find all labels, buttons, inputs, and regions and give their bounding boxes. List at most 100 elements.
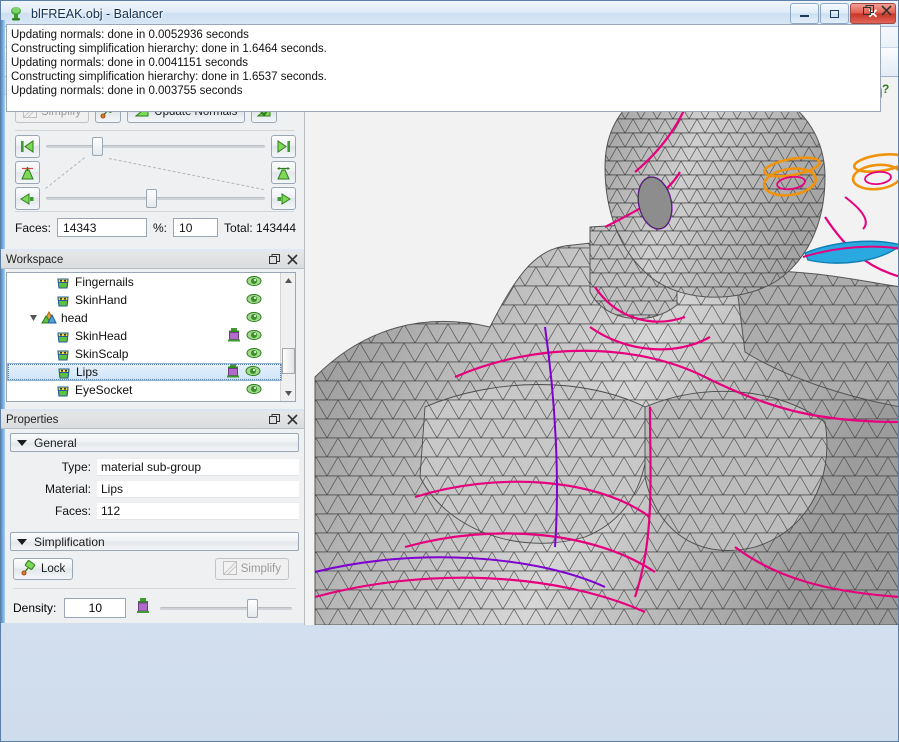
log-output[interactable]: Updating normals: done in 0.0052936 seco… (6, 24, 881, 112)
log-line: Updating normals: done in 0.0052936 seco… (11, 28, 876, 42)
material-bucket-icon (55, 328, 71, 344)
percent-input[interactable]: 10 (173, 218, 218, 237)
tree-item[interactable]: SkinHand (7, 291, 282, 309)
goto-end-button[interactable] (271, 135, 296, 158)
eye-icon[interactable] (246, 310, 262, 327)
log-line: Constructing simplification hierarchy: d… (11, 42, 876, 56)
3d-mesh-viewport[interactable]: ? (304, 77, 899, 625)
svg-text:?: ? (882, 82, 889, 96)
property-value[interactable]: material sub-group (97, 458, 299, 476)
eye-icon[interactable] (245, 364, 261, 381)
expand-all-button[interactable] (271, 161, 296, 184)
workspace-close-icon[interactable] (287, 254, 298, 265)
faces-label: Faces: (15, 221, 51, 235)
scroll-up-arrow-icon[interactable] (281, 273, 296, 288)
property-label: Faces: (5, 504, 97, 518)
material-bucket-icon[interactable] (134, 597, 152, 618)
chevron-down-icon (17, 440, 27, 446)
step-forward-button[interactable] (271, 187, 296, 210)
step-back-button[interactable] (15, 187, 40, 210)
density-slider-track[interactable] (160, 607, 292, 610)
workspace-scrollbar-thumb[interactable] (282, 348, 295, 374)
tree-item[interactable]: head (7, 309, 282, 327)
tree-item-label: SkinScalp (75, 347, 128, 361)
hatched-square-icon (223, 561, 237, 578)
percent-label: %: (153, 221, 167, 235)
workspace-panel-header: Workspace (1, 251, 304, 269)
material-swatch-icon[interactable] (225, 363, 241, 382)
tree-item-label: EyeSocket (75, 383, 132, 397)
log-close-icon[interactable] (881, 5, 892, 16)
workspace-panel: Workspace (1, 251, 304, 409)
total-faces-label: Total: 143444 (224, 221, 296, 235)
simplification-section-header[interactable]: Simplification (10, 532, 299, 551)
workspace-float-icon[interactable] (269, 254, 280, 265)
hierarchy-level-slider-track[interactable] (46, 145, 265, 148)
tree-item[interactable]: EyeSocket (7, 381, 282, 399)
chevron-down-icon (17, 539, 27, 545)
tree-item-label: SkinHead (75, 329, 127, 343)
lock-button[interactable]: Lock (13, 558, 73, 580)
general-section-header[interactable]: General (10, 433, 299, 452)
density-row: Density: 10 (5, 589, 304, 618)
density-slider-thumb[interactable] (247, 599, 258, 618)
workspace-dock-rail (1, 269, 5, 409)
material-bucket-icon (55, 382, 71, 398)
hierarchy-detail-slider-thumb[interactable] (146, 189, 157, 208)
mesh-render (305, 77, 899, 625)
tree-item-label: Fingernails (75, 275, 134, 289)
collapse-all-button[interactable] (15, 161, 40, 184)
hierarchy-sliders (5, 131, 304, 209)
window-title: blFREAK.obj - Balancer (31, 7, 163, 21)
workspace-panel-title: Workspace (6, 254, 63, 266)
tree-item[interactable]: Fingernails (7, 273, 282, 291)
tree-item-label: head (61, 311, 88, 325)
property-label: Material: (5, 482, 97, 496)
property-value[interactable]: Lips (97, 480, 299, 498)
log-dock-rail (1, 20, 5, 119)
hierarchy-level-slider-thumb[interactable] (92, 137, 103, 156)
log-line: Constructing simplification hierarchy: d… (11, 70, 876, 84)
property-row: Faces:112 (5, 500, 304, 522)
material-swatch-icon[interactable] (226, 327, 242, 346)
scroll-down-arrow-icon[interactable] (281, 386, 296, 401)
properties-panel-title: Properties (6, 414, 58, 426)
properties-float-icon[interactable] (269, 414, 280, 425)
eye-icon[interactable] (246, 328, 262, 345)
property-row: Type:material sub-group (5, 456, 304, 478)
material-bucket-icon (55, 346, 71, 362)
log-float-icon[interactable] (863, 5, 874, 16)
faces-row: Faces: 14343 %: 10 Total: 143444 (5, 212, 304, 237)
tree-item-label: SkinHand (75, 293, 127, 307)
minimize-button[interactable] (790, 3, 819, 24)
faces-input[interactable]: 14343 (57, 218, 147, 237)
material-bucket-icon (55, 274, 71, 290)
eye-icon[interactable] (246, 382, 262, 399)
workspace-scrollbar[interactable] (280, 273, 295, 401)
maximize-button[interactable] (820, 3, 849, 24)
eye-icon[interactable] (246, 346, 262, 363)
simplification-buttons-row: Lock Simplify (5, 551, 304, 580)
workspace-tree[interactable]: Fingernails SkinHand head SkinHead SkinScalp… (6, 272, 296, 402)
properties-close-icon[interactable] (287, 414, 298, 425)
lock-pin-icon (21, 560, 37, 579)
property-label: Type: (5, 460, 97, 474)
hierarchy-link-line-left (45, 157, 85, 189)
tree-item-selected[interactable]: Lips (7, 363, 282, 381)
expand-arrow-icon[interactable] (27, 314, 41, 322)
properties-simplify-button[interactable]: Simplify (215, 558, 289, 580)
density-input[interactable]: 10 (64, 598, 126, 618)
material-bucket-icon (56, 364, 72, 380)
eye-icon[interactable] (246, 274, 262, 291)
material-bucket-icon (55, 292, 71, 308)
property-value[interactable]: 112 (97, 502, 299, 520)
eye-icon[interactable] (246, 292, 262, 309)
general-section-label: General (34, 436, 77, 450)
density-label: Density: (13, 601, 56, 615)
tree-item-label: Lips (76, 365, 98, 379)
log-line: Updating normals: done in 0.0041151 seco… (11, 56, 876, 70)
properties-panel: Properties General Type:material sub-gro… (1, 411, 304, 623)
tree-item[interactable]: SkinHead (7, 327, 282, 345)
goto-start-button[interactable] (15, 135, 40, 158)
tree-item[interactable]: SkinScalp (7, 345, 282, 363)
